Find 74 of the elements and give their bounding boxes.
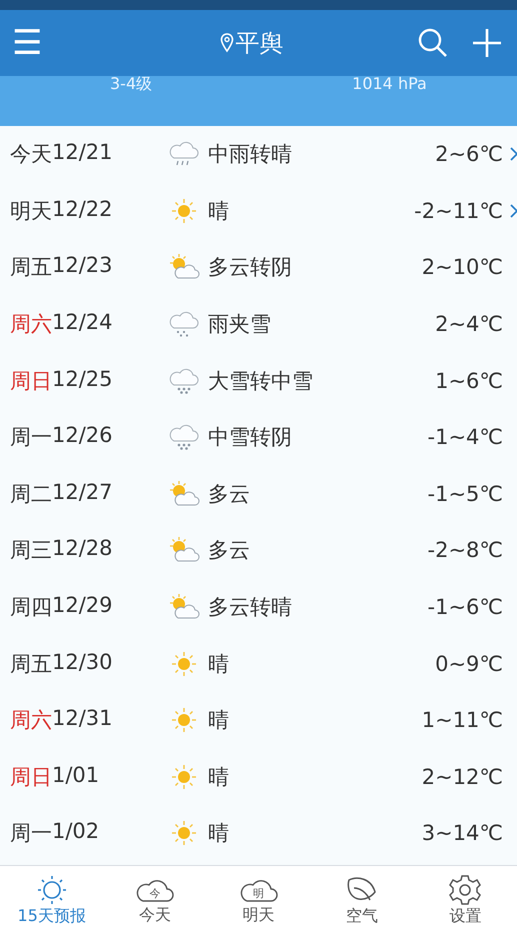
weather-condition: 晴 (208, 650, 230, 678)
temperature-range: -1~4℃ (428, 425, 503, 450)
chevron-icon[interactable] (510, 204, 517, 218)
weather-condition: 大雪转中雪 (208, 368, 314, 395)
snow-cloud-icon (168, 366, 200, 395)
day-label: 周一 (10, 820, 52, 848)
wind-level: 3-4级 (110, 76, 152, 92)
sleet-cloud-icon (168, 310, 200, 338)
location-pin-icon (220, 33, 234, 53)
weather-condition: 多云 (208, 537, 251, 564)
weather-condition: 雨夹雪 (208, 311, 272, 338)
add-icon[interactable] (471, 27, 503, 59)
temperature-range: 2~10℃ (422, 255, 503, 280)
search-icon[interactable] (417, 27, 449, 59)
weather-condition: 晴 (208, 764, 230, 791)
temperature-range: 2~12℃ (422, 764, 503, 789)
day-label: 周六 (10, 311, 52, 338)
temperature-range: 1~6℃ (435, 368, 503, 393)
temperature-range: -2~8℃ (428, 538, 503, 562)
sun-cloud-icon (168, 253, 200, 282)
day-label: 周二 (10, 480, 52, 508)
date-label: 12/30 (52, 650, 113, 676)
city-name[interactable]: 平舆 (236, 27, 284, 59)
day-label: 周五 (10, 254, 52, 282)
snow-cloud-icon (168, 423, 200, 452)
day-label: 明天 (10, 198, 52, 225)
weather-condition: 多云转晴 (208, 594, 293, 622)
date-label: 12/29 (52, 593, 113, 620)
date-label: 12/31 (52, 706, 113, 732)
sun-cloud-icon (168, 536, 200, 564)
temperature-range: -1~6℃ (428, 595, 503, 620)
menu-button[interactable]: ☰ (8, 26, 46, 60)
tab[interactable]: 15天预报 (0, 866, 104, 934)
day-label: 周三 (10, 537, 52, 564)
temperature-range: -2~11℃ (414, 198, 503, 223)
weather-condition: 晴 (208, 198, 230, 225)
day-label: 周四 (10, 594, 52, 622)
tab[interactable]: 明 明天 (206, 866, 310, 934)
day-label: 周日 (10, 368, 52, 395)
temperature-range: 0~9℃ (435, 652, 503, 676)
date-label: 1/02 (52, 819, 100, 846)
weather-condition: 晴 (208, 820, 230, 848)
weather-condition: 多云转阴 (208, 254, 293, 282)
tab[interactable]: 设置 (414, 866, 517, 934)
temperature-range: -1~5℃ (428, 482, 503, 506)
tab[interactable]: 空气 (310, 866, 414, 934)
date-label: 12/26 (52, 423, 113, 450)
temperature-range: 2~6℃ (435, 142, 503, 166)
date-label: 12/22 (52, 196, 113, 223)
tab[interactable]: 今 今天 (103, 866, 207, 934)
date-label: 12/24 (52, 310, 113, 336)
chevron-icon[interactable] (510, 147, 517, 162)
weather-condition: 中雨转晴 (208, 141, 293, 168)
date-label: 12/28 (52, 536, 113, 562)
weather-condition: 多云 (208, 480, 251, 508)
day-label: 周一 (10, 424, 52, 452)
date-label: 12/25 (52, 366, 113, 393)
gear-icon (447, 874, 484, 906)
day-label: 今天 (10, 141, 52, 168)
sun-cloud-icon (168, 480, 200, 508)
temperature-range: 1~11℃ (422, 708, 503, 732)
day-label: 周六 (10, 707, 52, 734)
weather-condition: 中雪转阴 (208, 424, 293, 452)
pressure-reading: 1014 hPa (352, 76, 427, 92)
date-label: 12/23 (52, 253, 113, 280)
date-label: 1/01 (52, 762, 100, 789)
day-label: 周日 (10, 764, 52, 791)
day-label: 周五 (10, 650, 52, 678)
date-label: 12/27 (52, 480, 113, 506)
temperature-range: 3~14℃ (422, 821, 503, 846)
temperature-range: 2~4℃ (435, 312, 503, 336)
sun-cloud-icon (168, 593, 200, 622)
date-label: 12/21 (52, 140, 113, 166)
weather-condition: 晴 (208, 707, 230, 734)
